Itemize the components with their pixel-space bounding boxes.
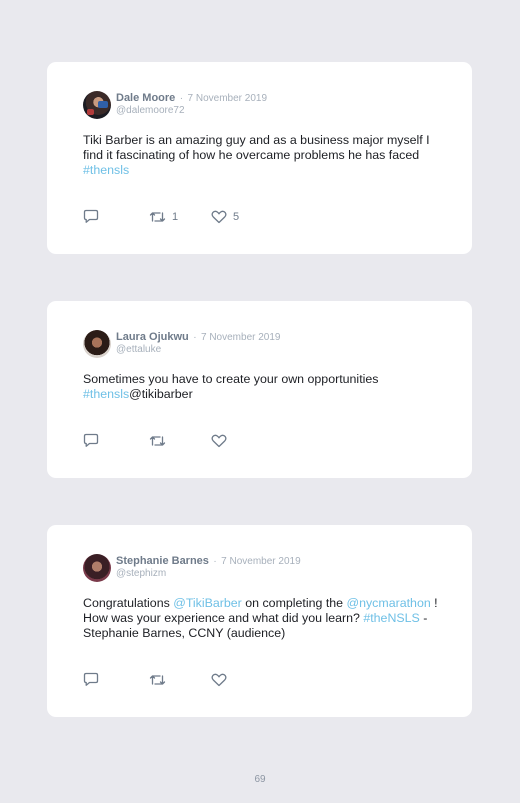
tweet-actions	[83, 672, 227, 687]
tweet-date[interactable]: 7 November 2019	[188, 93, 268, 104]
tweet-actions	[83, 433, 227, 448]
tweet-header: Dale Moore · 7 November 2019 @dalemoore7…	[83, 90, 436, 120]
separator: ·	[179, 93, 184, 104]
hashtag-link[interactable]: #thensls	[83, 163, 129, 177]
retweet-button[interactable]: 1	[149, 210, 211, 224]
reply-button[interactable]	[83, 672, 149, 687]
like-button[interactable]: 5	[211, 210, 239, 224]
mention-link[interactable]: @nycmarathon	[347, 596, 431, 610]
retweet-icon	[149, 210, 166, 224]
hashtag-link[interactable]: #theNSLS	[363, 611, 419, 625]
reply-icon	[83, 672, 99, 687]
like-icon	[211, 434, 227, 448]
tweet-card: Laura Ojukwu · 7 November 2019 @ettaluke…	[47, 301, 472, 478]
tweet-date[interactable]: 7 November 2019	[201, 332, 281, 343]
avatar[interactable]	[83, 91, 111, 119]
retweet-button[interactable]	[149, 673, 211, 687]
like-icon	[211, 210, 227, 224]
like-button[interactable]	[211, 673, 227, 687]
tweet-header: Stephanie Barnes · 7 November 2019 @step…	[83, 553, 436, 583]
author-handle[interactable]: @dalemoore72	[116, 105, 267, 117]
author-name[interactable]: Dale Moore	[116, 92, 175, 104]
hashtag-link[interactable]: #thensls	[83, 387, 129, 401]
tweet-text: Congratulations @TikiBarber on completin…	[83, 596, 443, 641]
like-button[interactable]	[211, 434, 227, 448]
avatar[interactable]	[83, 554, 111, 582]
author-name[interactable]: Laura Ojukwu	[116, 331, 189, 343]
separator: ·	[193, 332, 197, 343]
author-name[interactable]: Stephanie Barnes	[116, 555, 209, 567]
tweet-text-part: Sometimes you have to create your own op…	[83, 372, 379, 386]
retweet-button[interactable]	[149, 434, 211, 448]
author-handle[interactable]: @stephizm	[116, 568, 301, 580]
retweet-icon	[149, 434, 166, 448]
tweet-date[interactable]: 7 November 2019	[221, 556, 301, 567]
tweet-text: Sometimes you have to create your own op…	[83, 372, 443, 402]
tweet-actions: 1 5	[83, 209, 239, 224]
tweet-text: Tiki Barber is an amazing guy and as a b…	[83, 133, 443, 178]
retweet-icon	[149, 673, 166, 687]
author-handle[interactable]: @ettaluke	[116, 344, 281, 356]
tweet-text-part: Tiki Barber is an amazing guy and as a b…	[83, 133, 430, 162]
page-number: 69	[254, 774, 266, 785]
separator: ·	[213, 556, 217, 567]
reply-button[interactable]	[83, 433, 149, 448]
mention-text[interactable]: @tikibarber	[129, 387, 193, 401]
tweet-text-part: Congratulations	[83, 596, 174, 610]
tweet-header: Laura Ojukwu · 7 November 2019 @ettaluke	[83, 329, 436, 359]
reply-button[interactable]	[83, 209, 149, 224]
avatar[interactable]	[83, 330, 111, 358]
mention-link[interactable]: @TikiBarber	[173, 596, 242, 610]
tweet-card: Stephanie Barnes · 7 November 2019 @step…	[47, 525, 472, 717]
like-icon	[211, 673, 227, 687]
like-count: 5	[233, 210, 240, 223]
reply-icon	[83, 433, 99, 448]
tweet-card: Dale Moore · 7 November 2019 @dalemoore7…	[47, 62, 472, 254]
tweet-text-part: on completing the	[241, 596, 347, 610]
reply-icon	[83, 209, 99, 224]
retweet-count: 1	[172, 210, 179, 223]
